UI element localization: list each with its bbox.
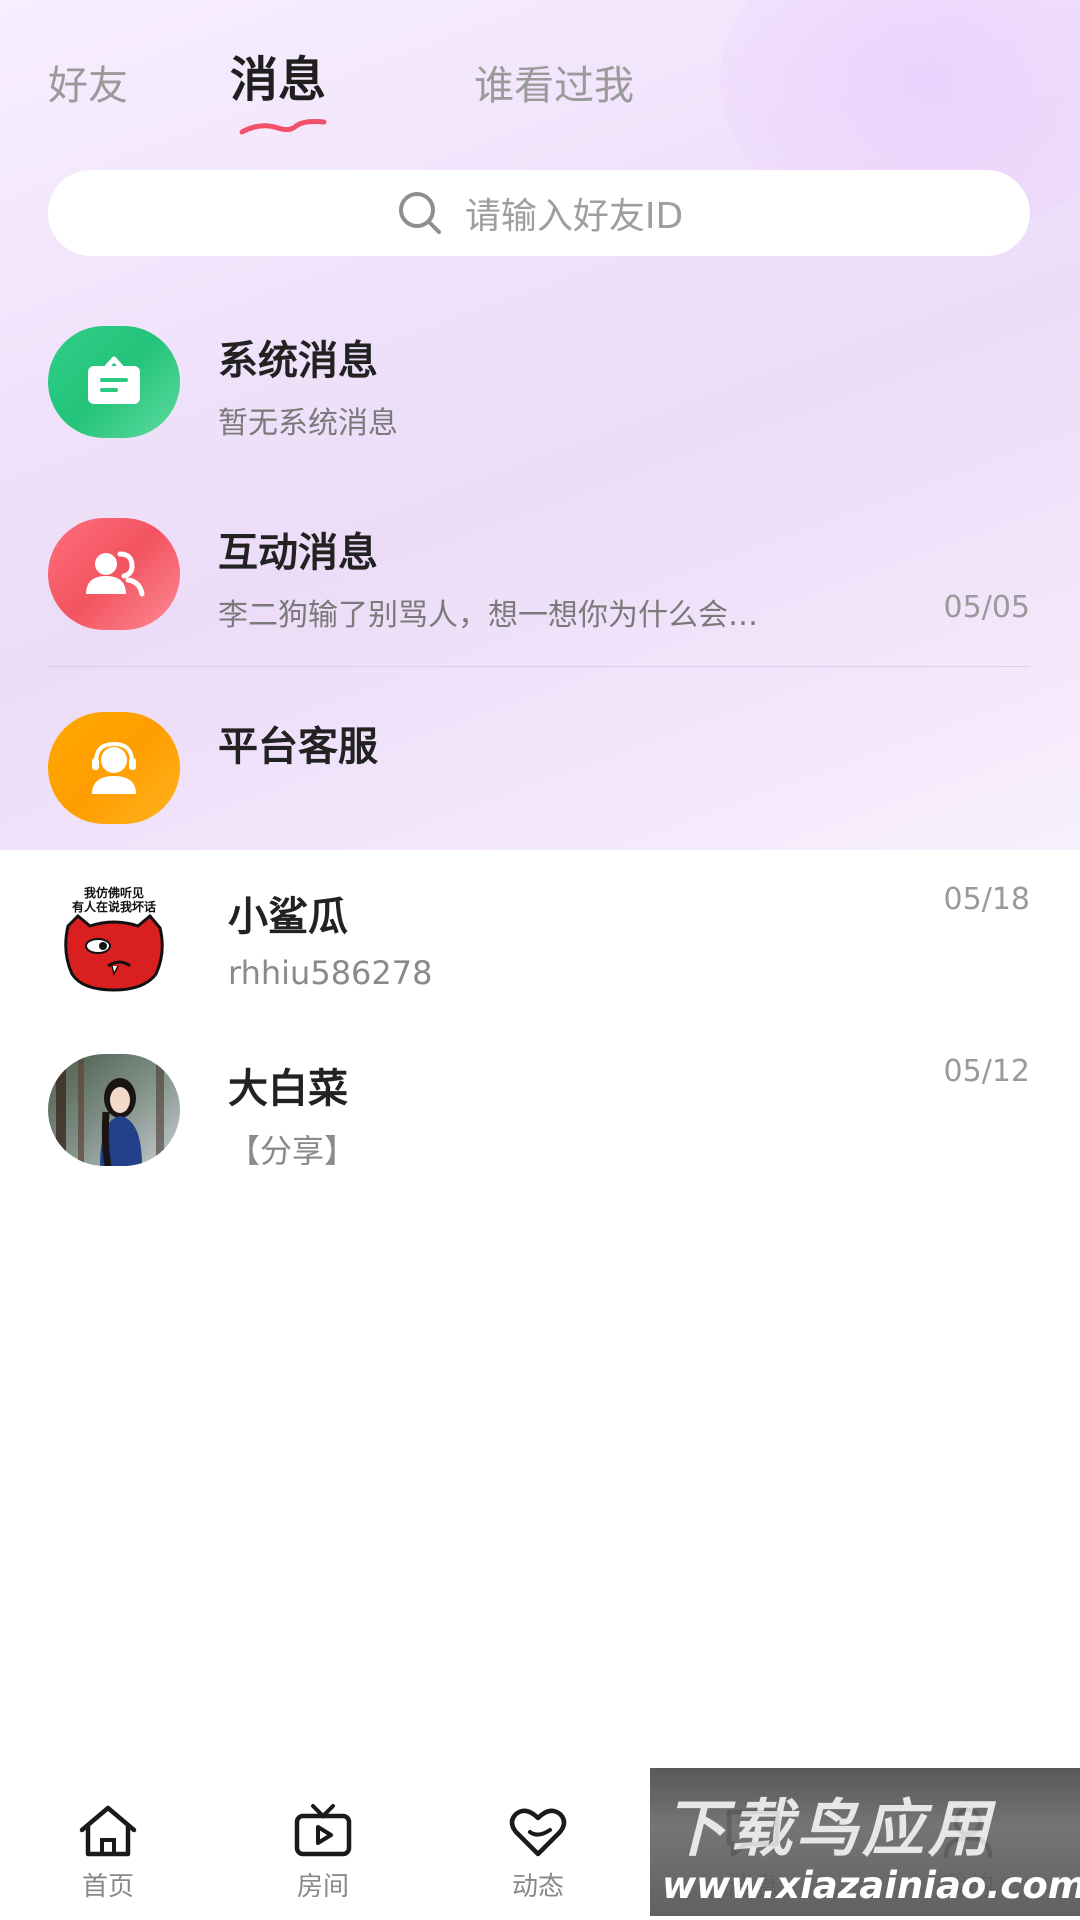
chat-time: 05/12	[943, 1054, 1030, 1089]
watermark-overlay: 下载鸟应用 www.xiazainiao.com	[650, 1768, 1080, 1916]
tab-messages[interactable]: 消息	[230, 52, 326, 108]
interaction-messages-avatar	[48, 518, 180, 630]
search-input[interactable]: 请输入好友ID	[48, 170, 1030, 256]
system-messages-title: 系统消息	[218, 338, 378, 384]
chat-preview: 【分享】	[228, 1132, 357, 1170]
nav-label: 首页	[81, 1872, 134, 1902]
chat-name: 大白菜	[228, 1066, 348, 1112]
photo-avatar-image	[48, 1054, 180, 1166]
watermark-title: 下载鸟应用	[664, 1792, 995, 1865]
customer-service-avatar	[48, 712, 180, 824]
home-icon	[79, 1805, 137, 1857]
system-messages-avatar	[48, 326, 180, 438]
tv-icon	[294, 1804, 352, 1857]
watermark-url: www.xiazainiao.com	[662, 1864, 1080, 1907]
interaction-messages-time: 05/05	[943, 590, 1030, 625]
app-screen: 好友 消息 谁看过我 请输入好友ID 系统消息 暂无系统消息 互动消息 李二狗输…	[0, 0, 1080, 1920]
chat-time: 05/18	[943, 882, 1030, 917]
avatar	[48, 1054, 180, 1166]
chat-preview: rhhiu586278	[228, 954, 433, 992]
interaction-messages-row[interactable]: 互动消息 李二狗输了别骂人，想一想你为什么会… 05/05	[48, 518, 1030, 668]
nav-home[interactable]: 首页	[48, 1802, 168, 1912]
system-messages-row[interactable]: 系统消息 暂无系统消息	[48, 326, 1030, 476]
users-icon	[86, 551, 145, 597]
customer-service-row[interactable]: 平台客服	[48, 712, 1030, 862]
heart-chat-icon	[509, 1808, 567, 1857]
chat-name: 小鲨瓜	[228, 894, 348, 940]
nav-label: 房间	[296, 1872, 349, 1902]
system-messages-preview: 暂无系统消息	[218, 406, 398, 441]
tab-friends[interactable]: 好友	[48, 58, 128, 114]
interaction-messages-preview: 李二狗输了别骂人，想一想你为什么会…	[218, 598, 758, 633]
headset-icon	[92, 741, 136, 794]
clipboard-icon	[88, 356, 140, 404]
nav-moments[interactable]: 动态	[478, 1802, 598, 1912]
chat-item-dabaicai[interactable]: 大白菜 【分享】 05/12	[48, 1054, 1030, 1204]
tab-active-indicator	[239, 119, 327, 135]
chat-item-xiaoshagua[interactable]: 我仿佛听见 有人在说我坏话 小鲨瓜 rhhiu586278 05/18	[48, 882, 1030, 1032]
search-icon	[398, 192, 441, 234]
nav-label: 动态	[511, 1872, 564, 1902]
customer-service-title: 平台客服	[218, 724, 378, 770]
avatar-caption: 我仿佛听见	[84, 885, 144, 900]
avatar-caption: 有人在说我坏话	[72, 899, 156, 914]
tab-who-viewed-me[interactable]: 谁看过我	[474, 58, 634, 114]
search-placeholder: 请输入好友ID	[464, 196, 684, 237]
divider	[48, 666, 1030, 667]
cartoon-avatar-image: 我仿佛听见 有人在说我坏话	[48, 882, 180, 994]
avatar: 我仿佛听见 有人在说我坏话	[48, 882, 180, 994]
interaction-messages-title: 互动消息	[218, 530, 378, 576]
nav-rooms[interactable]: 房间	[263, 1802, 383, 1912]
